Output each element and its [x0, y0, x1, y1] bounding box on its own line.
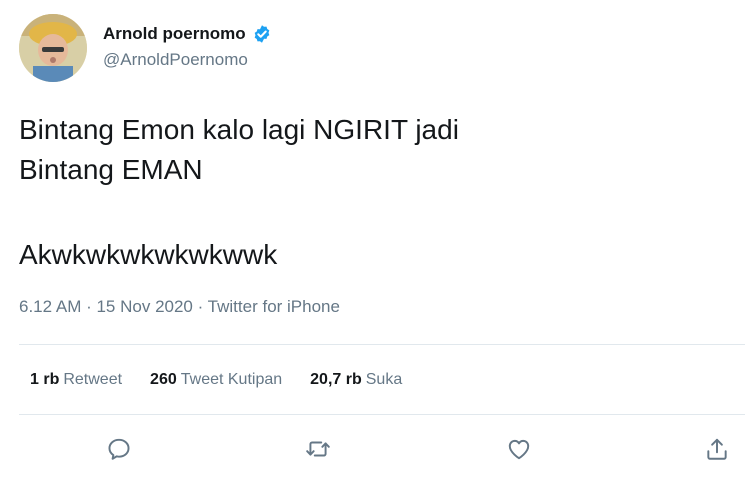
share-icon [707, 438, 727, 460]
tweet-timestamp[interactable]: 6.12 AM · 15 Nov 2020 · Twitter for iPho… [19, 297, 340, 317]
tweet-card: Arnold poernomo @ArnoldPoernomo Bintang … [0, 0, 745, 489]
tweet-text-line: Bintang EMAN [19, 154, 203, 185]
engagement-stats: 1 rb Retweet 260 Tweet Kutipan 20,7 rb Suka [30, 371, 430, 389]
retweet-button[interactable] [303, 434, 333, 464]
like-count: 20,7 rb [310, 371, 362, 388]
verified-badge-icon [252, 24, 272, 44]
tweet-text-line: Akwkwkwkwkwkwwk [19, 239, 278, 270]
quote-label: Tweet Kutipan [180, 371, 283, 388]
retweet-label: Retweet [63, 371, 123, 388]
retweet-stat[interactable]: 1 rb Retweet [30, 371, 122, 389]
divider [19, 344, 745, 345]
reply-icon [108, 438, 130, 460]
avatar-image [19, 14, 87, 82]
like-icon [508, 439, 530, 460]
quote-tweet-stat[interactable]: 260 Tweet Kutipan [150, 371, 282, 389]
like-button[interactable] [504, 434, 534, 464]
reply-button[interactable] [104, 434, 134, 464]
divider [19, 414, 745, 415]
quote-count: 260 [150, 371, 177, 388]
share-button[interactable] [702, 434, 732, 464]
retweet-count: 1 rb [30, 371, 60, 388]
name-row: Arnold poernomo [103, 22, 272, 46]
like-label: Suka [365, 371, 403, 388]
tweet-text-line: Bintang Emon kalo lagi NGIRIT jadi [19, 114, 459, 145]
avatar[interactable] [19, 14, 87, 82]
like-stat[interactable]: 20,7 rb Suka [310, 371, 402, 389]
retweet-icon [306, 441, 330, 457]
user-handle[interactable]: @ArnoldPoernomo [103, 50, 248, 70]
display-name[interactable]: Arnold poernomo [103, 24, 246, 44]
